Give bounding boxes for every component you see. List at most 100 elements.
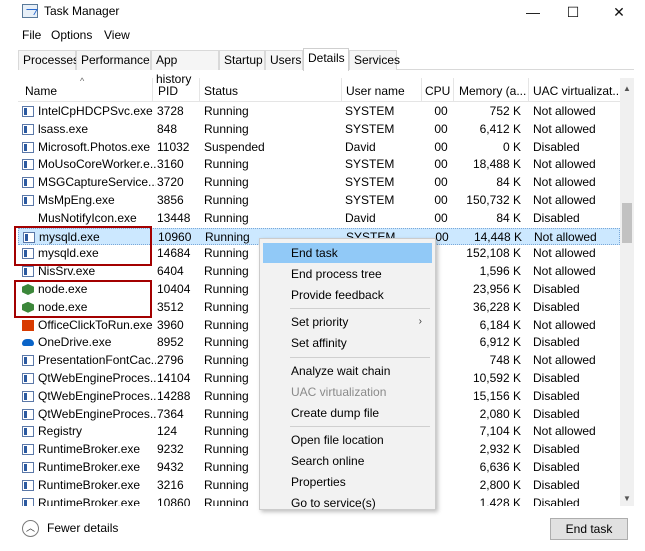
cell-pid: 3216 [157, 477, 184, 492]
column-status[interactable]: Status [204, 84, 238, 98]
cell-cpu: 00 [434, 139, 448, 154]
cell-pid: 14684 [157, 246, 191, 261]
cell-name: RuntimeBroker.exe [38, 495, 141, 506]
column-divider[interactable] [528, 78, 529, 102]
cell-uac: Disabled [533, 388, 580, 403]
menu-item-end-task[interactable]: End task [263, 243, 432, 263]
chevron-up-icon[interactable]: ︿ [22, 520, 39, 537]
cell-status: Running [204, 121, 249, 136]
vertical-scrollbar[interactable]: ▲ ▼ [620, 78, 634, 506]
task-manager-icon [22, 4, 38, 18]
column-divider[interactable] [152, 78, 153, 102]
menu-separator [290, 357, 430, 358]
generic-app-icon [22, 123, 34, 135]
cell-uac: Not allowed [533, 264, 596, 279]
column-divider[interactable] [421, 78, 422, 102]
scroll-up-icon[interactable]: ▲ [620, 82, 634, 96]
context-menu: End task End process tree Provide feedback… [259, 238, 436, 510]
cell-memory: 6,412 K [479, 121, 521, 136]
cell-pid: 124 [157, 424, 178, 439]
cell-memory: 23,956 K [472, 282, 521, 296]
sort-up-icon: ^ [80, 76, 85, 86]
cell-uac: Disabled [533, 371, 580, 385]
table-row[interactable]: lsass.exe 848 Running SYSTEM 00 6,412 K Not al… [18, 121, 620, 139]
cell-pid: 3728 [157, 104, 184, 118]
minimize-button[interactable]: — [511, 0, 555, 24]
generic-app-icon [22, 390, 34, 402]
generic-app-icon [22, 479, 34, 491]
menu-item-provide-feedback[interactable]: Provide feedback [263, 285, 432, 305]
tab-performance[interactable]: Performance [76, 50, 151, 70]
tab-users[interactable]: Users [265, 50, 303, 70]
menu-item-label: UAC virtualization [291, 384, 387, 399]
menu-item-search-online[interactable]: Search online [263, 451, 432, 471]
cell-user: SYSTEM [345, 121, 395, 136]
menu-view[interactable]: View [104, 28, 130, 42]
menu-options[interactable]: Options [51, 28, 92, 42]
column-cpu[interactable]: CPU [425, 84, 450, 98]
table-row[interactable]: IntelCpHDCPSvc.exe 3728 Running SYSTEM 00 752… [18, 103, 620, 121]
menu-item-label: Search online [291, 454, 365, 469]
cell-name: lsass.exe [38, 121, 89, 136]
cell-uac: Not allowed [533, 175, 596, 190]
cell-name: RuntimeBroker.exe [38, 442, 141, 457]
end-task-button[interactable]: End task [550, 518, 628, 540]
cell-status: Running [204, 193, 249, 207]
tab-details[interactable]: Details [303, 48, 349, 71]
menu-item-create-dump-file[interactable]: Create dump file [263, 403, 432, 423]
maximize-button[interactable]: ☐ [551, 0, 595, 24]
tab-processes[interactable]: Processes [18, 50, 79, 70]
cell-pid: 9432 [157, 460, 184, 474]
cell-name: Microsoft.Photos.exe [38, 139, 151, 154]
table-row[interactable]: MsMpEng.exe 3856 Running SYSTEM 00 150,732 K N… [18, 192, 620, 210]
cell-pid: 3960 [157, 317, 184, 332]
table-row[interactable]: MSGCaptureService.... 3720 Running SYSTEM 00… [18, 174, 620, 192]
column-name[interactable]: Name [25, 84, 57, 98]
column-divider[interactable] [341, 78, 342, 102]
tab-startup[interactable]: Startup [219, 50, 265, 70]
cell-pid: 3856 [157, 193, 184, 207]
generic-app-icon [22, 462, 34, 473]
menu-item-analyze-wait-chain[interactable]: Analyze wait chain [263, 361, 432, 381]
column-divider[interactable] [199, 78, 200, 102]
cell-name: NisSrv.exe [38, 264, 96, 279]
column-uac[interactable]: UAC virtualizat... [533, 84, 622, 98]
cell-uac: Disabled [533, 282, 580, 296]
column-user-name[interactable]: User name [346, 84, 405, 98]
table-row[interactable]: MoUsoCoreWorker.e... 3160 Running SYSTEM 00 1… [18, 156, 620, 174]
tab-services[interactable]: Services [349, 50, 400, 70]
close-button[interactable]: ✕ [597, 0, 641, 24]
table-row[interactable]: MusNotifyIcon.exe 13448 Running David 00 84 K… [18, 210, 620, 228]
menu-item-open-file-location[interactable]: Open file location [263, 430, 432, 450]
column-divider[interactable] [453, 78, 454, 102]
cell-uac: Disabled [533, 495, 580, 506]
cell-name: OneDrive.exe [38, 335, 112, 350]
tab-app-history[interactable]: App history [151, 50, 219, 86]
generic-app-icon [22, 373, 34, 384]
cell-name: OfficeClickToRun.exe [38, 317, 153, 332]
menu-item-label: Provide feedback [291, 287, 384, 302]
cell-user: David [345, 210, 376, 225]
menu-item-end-process-tree[interactable]: End process tree [263, 264, 432, 284]
cell-memory: 2,932 K [479, 442, 521, 457]
cell-memory: 6,184 K [479, 317, 521, 332]
generic-app-icon [22, 266, 34, 278]
column-pid[interactable]: PID [158, 84, 178, 98]
cell-name: PresentationFontCac... [38, 353, 156, 368]
scroll-down-icon[interactable]: ▼ [620, 492, 634, 506]
cell-user: SYSTEM [345, 193, 395, 207]
cell-pid: 10404 [157, 282, 191, 296]
menu-item-properties[interactable]: Properties [263, 472, 432, 492]
column-memory[interactable]: Memory (a... [459, 84, 526, 98]
menu-item-go-to-service-s[interactable]: Go to service(s) [263, 493, 432, 513]
scroll-thumb[interactable] [622, 203, 632, 243]
generic-app-icon [22, 444, 34, 456]
fewer-details-label[interactable]: Fewer details [47, 521, 118, 535]
menu-file[interactable]: File [22, 28, 41, 42]
menu-item-set-affinity[interactable]: Set affinity [263, 333, 432, 353]
cell-memory: 6,912 K [479, 335, 521, 350]
generic-app-icon [22, 106, 34, 117]
table-row[interactable]: Microsoft.Photos.exe 11032 Suspended David 0… [18, 139, 620, 157]
menu-item-set-priority[interactable]: Set priority › [263, 312, 432, 332]
menu-separator [290, 308, 430, 310]
